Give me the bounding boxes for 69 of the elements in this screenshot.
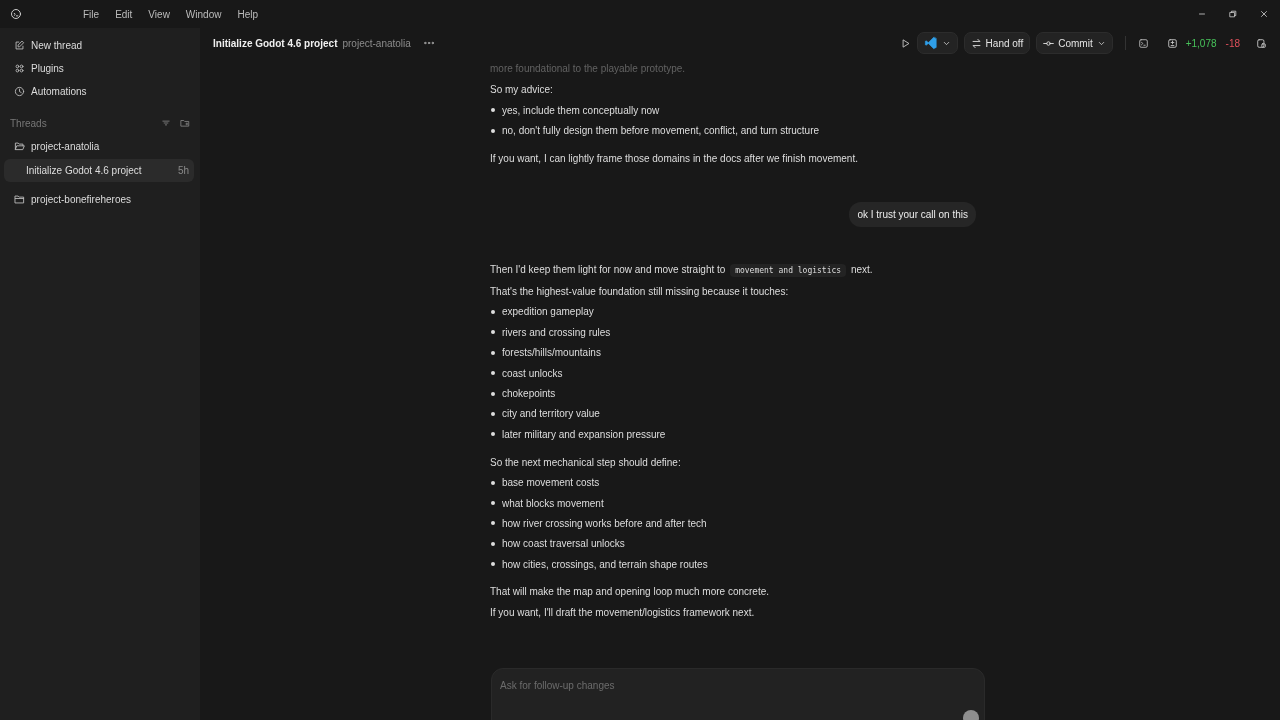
message-paragraph: That will make the map and opening loop much more concrete. bbox=[490, 585, 771, 600]
commit-button[interactable]: Commit bbox=[1036, 32, 1113, 54]
bullet-text: no, don't fully design them before movement, conflict, and turn structure bbox=[502, 124, 820, 139]
message-paragraph: Then I'd keep them light for now and move straight to movement and logistics next. bbox=[490, 262, 874, 279]
swap-arrows-icon bbox=[970, 37, 982, 49]
bullet-text: yes, include them conceptually now bbox=[502, 103, 660, 118]
bullet-icon bbox=[491, 480, 495, 485]
bullet-icon bbox=[491, 108, 495, 113]
bullet-text: what blocks movement bbox=[502, 496, 604, 511]
message-paragraph: So my advice: bbox=[490, 83, 554, 97]
bullet-icon bbox=[491, 501, 495, 506]
project-label: project-anatolia bbox=[342, 37, 411, 49]
bullet-icon bbox=[491, 521, 495, 526]
bullet-text: how river crossing works before and after tech bbox=[502, 517, 707, 531]
bullet-text: how coast traversal unlocks bbox=[502, 537, 625, 552]
diff-icon[interactable] bbox=[1166, 37, 1178, 49]
hand-off-button[interactable]: Hand off bbox=[963, 32, 1031, 54]
bullet-text: city and territory value bbox=[502, 407, 600, 422]
bullet-icon bbox=[491, 330, 495, 335]
menu-item[interactable]: Edit bbox=[107, 8, 141, 20]
bullet-text: rivers and crossing rules bbox=[502, 325, 611, 340]
bullet-text: coast unlocks bbox=[502, 366, 563, 381]
message-paragraph: That's the highest-value foundation still missing because it touches: bbox=[490, 284, 790, 299]
message-paragraph: If you want, I can lightly frame those domains in the docs after we finish movement. bbox=[490, 151, 859, 166]
bullet-icon bbox=[491, 432, 495, 437]
editor-logo-icon bbox=[923, 36, 938, 50]
restore-icon[interactable] bbox=[1228, 9, 1238, 19]
terminal-icon[interactable] bbox=[1137, 37, 1149, 49]
bullet-icon bbox=[491, 309, 495, 314]
deletions-count: -18 bbox=[1225, 37, 1240, 49]
plugins-icon bbox=[14, 63, 25, 74]
menu-item[interactable]: File bbox=[75, 8, 108, 20]
app-logo-icon[interactable] bbox=[10, 8, 22, 20]
sidebar-item[interactable]: Automations bbox=[4, 80, 196, 103]
message-paragraph: If you want, I'll draft the movement/logistics framework next. bbox=[490, 606, 756, 621]
new-folder-icon[interactable] bbox=[180, 118, 190, 128]
message-paragraph: So the next mechanical step should define: bbox=[490, 455, 682, 470]
section-label: Threads bbox=[10, 117, 48, 129]
project-item[interactable]: project-anatolia bbox=[4, 135, 196, 158]
bullet-icon bbox=[491, 371, 495, 376]
bullet-icon bbox=[491, 391, 495, 396]
bullet-text: forests/hills/mountains bbox=[502, 346, 601, 361]
bullet-icon bbox=[491, 541, 495, 546]
additions-count: +1,078 bbox=[1185, 37, 1217, 49]
close-icon[interactable] bbox=[1259, 9, 1269, 19]
composer-field[interactable]: Ask for follow-up changes bbox=[491, 668, 985, 720]
menu-item[interactable]: Window bbox=[177, 8, 230, 20]
bullet-icon bbox=[491, 562, 495, 567]
bullet-text: expedition gameplay bbox=[502, 305, 594, 320]
editor-button[interactable] bbox=[916, 32, 958, 54]
sidebar-item[interactable]: New thread bbox=[4, 34, 196, 57]
bullet-text: how cities, crossings, and terrain shape routes bbox=[502, 557, 708, 572]
message-paragraph: more foundational to the playable prototype. bbox=[490, 62, 687, 76]
project-item[interactable]: project-bonefireheroes bbox=[4, 188, 196, 211]
bullet-icon bbox=[491, 350, 495, 355]
bullet-icon bbox=[491, 411, 495, 416]
panel-icon[interactable] bbox=[1256, 37, 1267, 49]
sidebar-item[interactable]: Plugins bbox=[4, 57, 196, 80]
clock-icon bbox=[14, 86, 25, 97]
menu-item[interactable]: View bbox=[140, 8, 178, 20]
bullet-text: base movement costs bbox=[502, 476, 600, 491]
thread-title: Initialize Godot 4.6 project bbox=[213, 37, 338, 49]
bullet-text: chokepoints bbox=[502, 387, 556, 402]
bullet-icon bbox=[491, 128, 495, 133]
bullet-text: later military and expansion pressure bbox=[502, 427, 666, 442]
user-message: ok I trust your call on this bbox=[849, 201, 976, 227]
menu-item[interactable]: Help bbox=[229, 8, 266, 20]
thread-item[interactable]: Initialize Godot 4.6 project 5h bbox=[4, 159, 194, 182]
new-thread-icon bbox=[14, 40, 25, 51]
